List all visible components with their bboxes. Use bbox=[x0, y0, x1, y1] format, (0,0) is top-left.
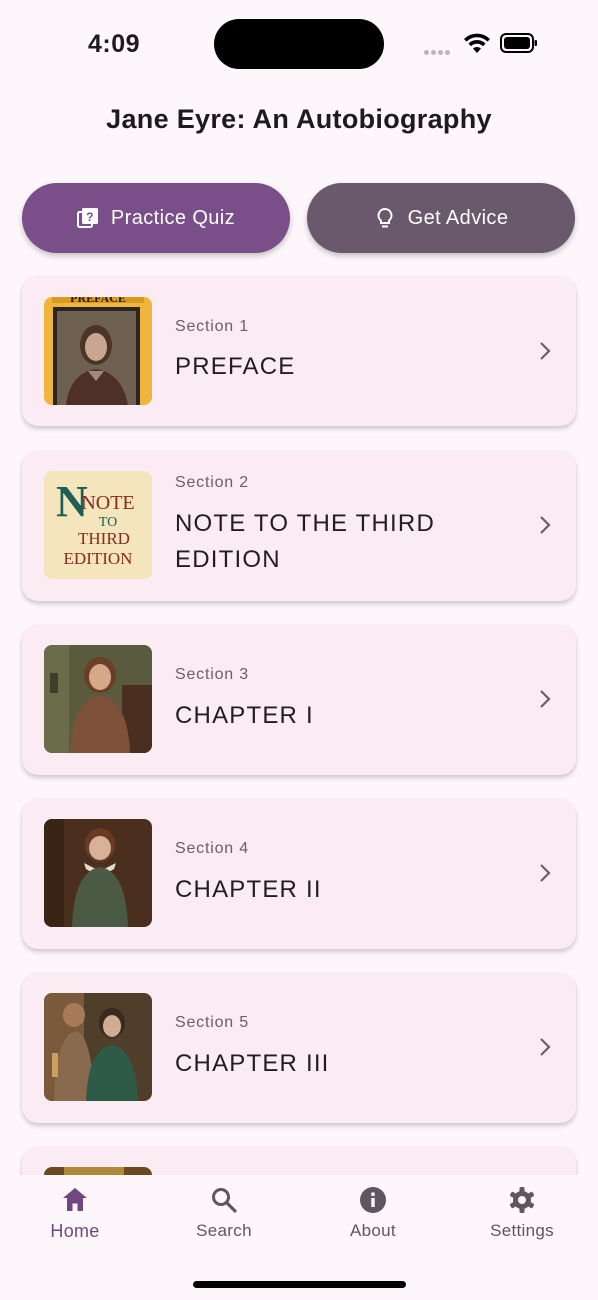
section-thumbnail bbox=[44, 993, 152, 1101]
nav-item-settings[interactable]: Settings bbox=[462, 1185, 582, 1241]
chevron-right-icon bbox=[540, 342, 551, 360]
section-label: Section 1 bbox=[175, 318, 249, 335]
info-icon bbox=[360, 1187, 386, 1213]
section-card[interactable]: PREFACE Section 1 PREFACE bbox=[22, 276, 576, 426]
chevron-right-icon bbox=[540, 690, 551, 708]
section-label: Section 5 bbox=[175, 1014, 249, 1031]
home-icon bbox=[63, 1188, 87, 1211]
section-card[interactable]: Section 4 CHAPTER II bbox=[22, 799, 576, 949]
section-title: CHAPTER III bbox=[175, 1050, 330, 1077]
nav-label-settings: Settings bbox=[490, 1221, 554, 1240]
nav-label-home: Home bbox=[50, 1221, 100, 1241]
section-card[interactable]: N NOTE TO THIRD EDITION Section 2 NOTE T… bbox=[22, 451, 576, 601]
thumb-third-text: THIRD bbox=[78, 529, 130, 548]
section-thumbnail: N NOTE TO THIRD EDITION bbox=[44, 471, 152, 579]
section-thumbnail bbox=[44, 645, 152, 753]
search-icon bbox=[212, 1188, 237, 1213]
section-label: Section 2 bbox=[175, 474, 249, 491]
section-thumbnail bbox=[44, 819, 152, 927]
thumb-preface-text: PREFACE bbox=[70, 297, 126, 305]
nav-item-search[interactable]: Search bbox=[164, 1185, 284, 1241]
thumb-to-text: TO bbox=[99, 515, 117, 530]
chevron-right-icon bbox=[540, 864, 551, 882]
nav-item-home[interactable]: Home bbox=[15, 1185, 135, 1242]
section-card[interactable] bbox=[22, 1147, 576, 1175]
section-label: Section 4 bbox=[175, 840, 249, 857]
section-thumbnail bbox=[44, 1167, 152, 1175]
home-indicator bbox=[193, 1281, 406, 1288]
nav-item-about[interactable]: About bbox=[313, 1185, 433, 1241]
section-label: Section 3 bbox=[175, 666, 249, 683]
section-title: PREFACE bbox=[175, 353, 296, 380]
chevron-right-icon bbox=[540, 1038, 551, 1056]
thumb-note-text: NOTE bbox=[81, 492, 134, 514]
section-list: PREFACE Section 1 PREFACE N NOTE TO THIR… bbox=[0, 0, 598, 1175]
chevron-right-icon bbox=[540, 516, 551, 534]
gear-icon bbox=[510, 1187, 534, 1213]
nav-label-search: Search bbox=[196, 1221, 252, 1240]
section-card[interactable]: Section 3 CHAPTER I bbox=[22, 625, 576, 775]
thumb-edition-text: EDITION bbox=[64, 549, 133, 568]
section-title: CHAPTER I bbox=[175, 702, 314, 729]
nav-label-about: About bbox=[350, 1221, 396, 1240]
section-title: CHAPTER II bbox=[175, 876, 322, 903]
section-thumbnail: PREFACE bbox=[44, 297, 152, 405]
section-title: NOTE TO THE THIRD EDITION bbox=[175, 510, 435, 573]
section-card[interactable]: Section 5 CHAPTER III bbox=[22, 973, 576, 1123]
